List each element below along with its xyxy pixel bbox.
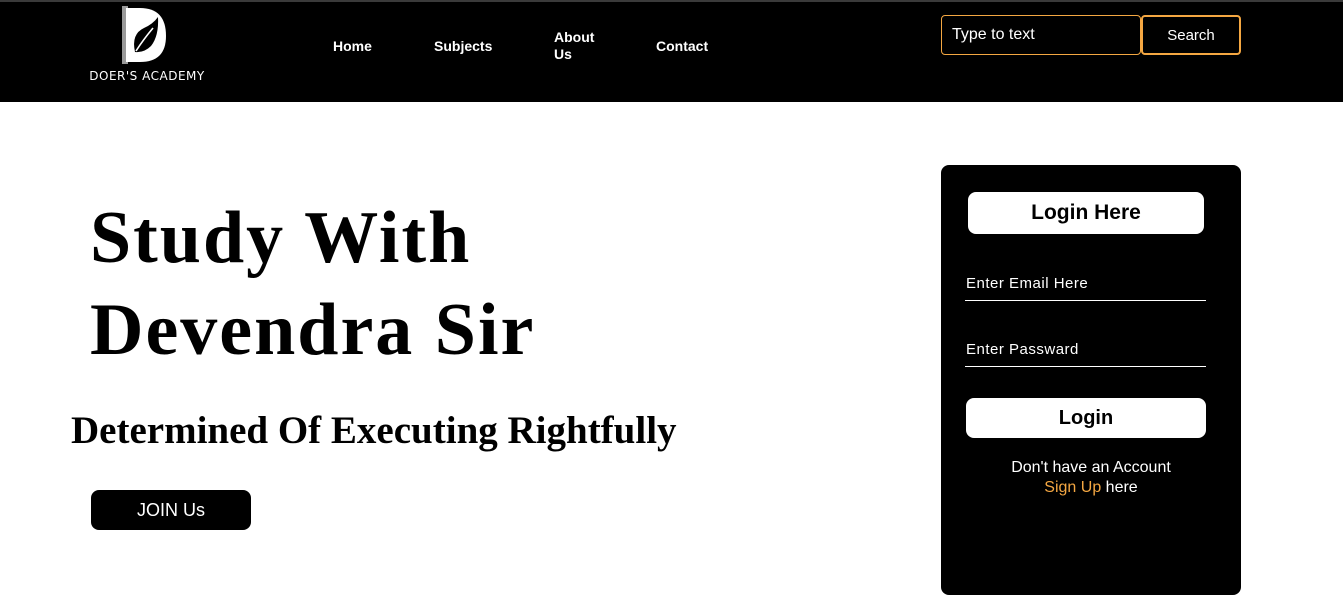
nav-subjects[interactable]: Subjects bbox=[434, 38, 492, 55]
email-field[interactable] bbox=[965, 267, 1206, 301]
brand-name: DOER'S ACADEMY bbox=[89, 69, 205, 83]
nav-home[interactable]: Home bbox=[333, 38, 372, 55]
signup-prompt: Don't have an Account Sign Up here bbox=[941, 458, 1241, 498]
password-field[interactable] bbox=[965, 333, 1206, 367]
hero-title-line-1: Study With bbox=[90, 197, 472, 279]
account-prompt-text: Don't have an Account bbox=[1011, 459, 1171, 476]
signup-link[interactable]: Sign Up bbox=[1044, 479, 1101, 496]
leaf-d-logo-icon bbox=[122, 6, 166, 64]
search-input[interactable] bbox=[941, 15, 1141, 55]
nav-contact[interactable]: Contact bbox=[656, 38, 708, 55]
nav-about-us[interactable]: About Us bbox=[554, 29, 604, 63]
login-card: Login Here Login Don't have an Account S… bbox=[941, 165, 1241, 595]
hero-title-line-2: Devendra Sir bbox=[90, 289, 536, 371]
join-us-button[interactable]: JOIN Us bbox=[91, 490, 251, 530]
brand-logo[interactable]: DOER'S ACADEMY bbox=[80, 6, 214, 90]
hero-title: Study With Devendra Sir bbox=[90, 192, 790, 376]
search-button[interactable]: Search bbox=[1141, 15, 1241, 55]
hero-subtitle: Determined Of Executing Rightfully bbox=[71, 409, 677, 452]
signup-suffix: here bbox=[1101, 479, 1138, 496]
login-heading: Login Here bbox=[968, 192, 1204, 234]
login-button[interactable]: Login bbox=[966, 398, 1206, 438]
